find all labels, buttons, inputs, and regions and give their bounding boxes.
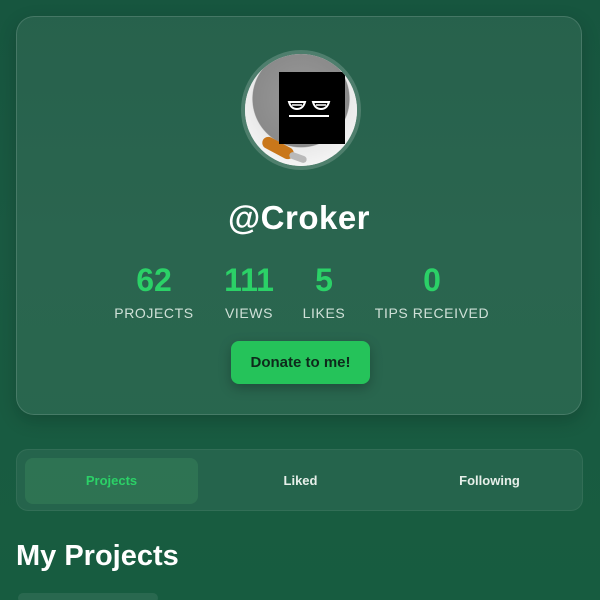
stat-value: 111: [224, 262, 274, 298]
stat-tips-received: 0 TIPS RECEIVED: [367, 261, 497, 321]
face-glyph: [287, 101, 331, 117]
stat-views: 111 VIEWS: [214, 261, 284, 321]
tab-following[interactable]: Following: [403, 458, 576, 504]
avatar[interactable]: [241, 50, 361, 170]
tab-projects[interactable]: Projects: [25, 458, 198, 504]
stat-value: 5: [315, 262, 333, 298]
profile-card: @Croker 62 PROJECTS 111 VIEWS 5 LIKES 0 …: [16, 16, 582, 415]
stat-label: LIKES: [302, 305, 346, 321]
tab-liked[interactable]: Liked: [214, 458, 387, 504]
username: @Croker: [227, 199, 371, 236]
stat-value: 0: [423, 262, 441, 298]
stat-likes: 5 LIKES: [294, 261, 354, 321]
avatar-face: [279, 72, 345, 144]
stat-value: 62: [136, 262, 172, 298]
section-title: My Projects: [16, 540, 179, 572]
stat-label: VIEWS: [224, 305, 274, 321]
content-preview-bar: [18, 593, 158, 600]
profile-tabs: Projects Liked Following: [16, 449, 583, 511]
avatar-image: [245, 54, 357, 166]
stat-label: TIPS RECEIVED: [374, 305, 490, 321]
stat-projects: 62 PROJECTS: [109, 261, 199, 321]
donate-button[interactable]: Donate to me!: [231, 341, 370, 384]
stat-label: PROJECTS: [114, 305, 194, 321]
